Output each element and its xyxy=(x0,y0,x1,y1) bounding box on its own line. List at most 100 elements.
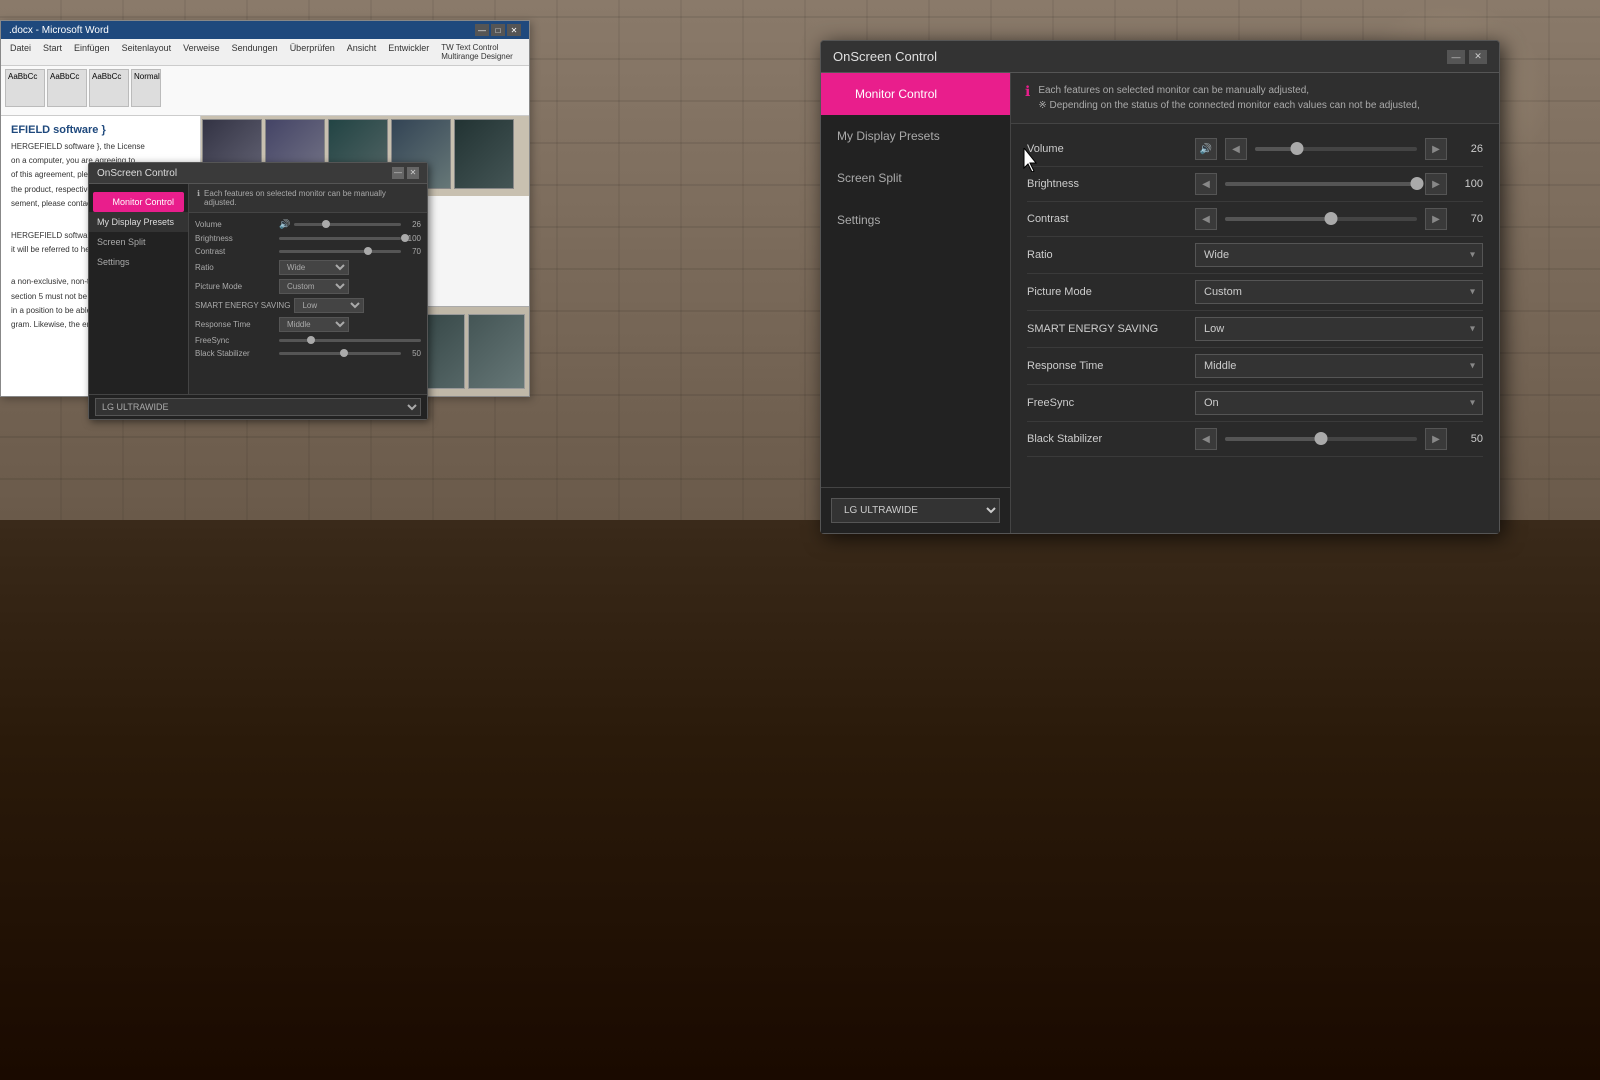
blackstab-inc-button[interactable]: ▶ xyxy=(1425,428,1447,450)
word-minimize-button[interactable]: — xyxy=(475,24,489,36)
osc-main-nav-presets[interactable]: My Display Presets xyxy=(821,115,1010,157)
osc-small-response-select[interactable]: Middle xyxy=(279,317,349,332)
blackstab-slider[interactable] xyxy=(1225,437,1417,441)
ratio-label: Ratio xyxy=(1027,249,1187,261)
osc-small-body: Monitor Control My Display Presets Scree… xyxy=(89,184,427,394)
osc-control-freesync-row: FreeSync On Off xyxy=(1027,385,1483,422)
osc-small-contrast-val: 70 xyxy=(405,247,421,256)
word-menu-tw[interactable]: TW Text Control Multirange Designer xyxy=(436,41,525,63)
osc-main-left-panel: Monitor Control My Display Presets Scree… xyxy=(821,73,1011,533)
osc-main-nav-split[interactable]: Screen Split xyxy=(821,157,1010,199)
volume-dec-button[interactable]: ◀ xyxy=(1225,138,1247,160)
contrast-value: 70 xyxy=(1455,213,1483,225)
contrast-inc-button[interactable]: ▶ xyxy=(1425,208,1447,230)
blackstab-dec-button[interactable]: ◀ xyxy=(1195,428,1217,450)
volume-value: 26 xyxy=(1455,143,1483,155)
info-icon: ℹ xyxy=(1025,83,1030,113)
osc-main-controls: Volume 🔊 ◀ ▶ 26 Brightness ◀ xyxy=(1011,124,1499,533)
osc-main-nav-settings[interactable]: Settings xyxy=(821,199,1010,241)
osc-small-contrast-label: Contrast xyxy=(195,247,275,256)
osc-main-monitor-select[interactable]: LG ULTRAWIDE xyxy=(831,498,1000,523)
blackstab-label: Black Stabilizer xyxy=(1027,433,1187,445)
brightness-label: Brightness xyxy=(1027,178,1187,190)
brightness-inc-button[interactable]: ▶ xyxy=(1425,173,1447,195)
word-titlebar: .docx - Microsoft Word — □ ✕ xyxy=(1,21,529,39)
osc-control-ratio-row: Ratio Wide Original 4:3 Cinema 1:1 xyxy=(1027,237,1483,274)
osc-small-picmode-select[interactable]: Custom xyxy=(279,279,349,294)
word-heading: EFIELD software } xyxy=(11,124,190,136)
word-maximize-button[interactable]: □ xyxy=(491,24,505,36)
osc-control-blackstab-row: Black Stabilizer ◀ ▶ 50 xyxy=(1027,422,1483,457)
osc-small-blackstab-label: Black Stabilizer xyxy=(195,349,275,358)
osc-small-window: OnScreen Control — ✕ Monitor Control My … xyxy=(88,162,428,420)
osc-control-energy-row: SMART ENERGY SAVING Low High Off xyxy=(1027,311,1483,348)
osc-small-minimize[interactable]: — xyxy=(392,167,404,179)
osc-main-minimize-button[interactable]: — xyxy=(1447,50,1465,64)
osc-small-win-controls: — ✕ xyxy=(392,167,419,179)
osc-main-info-bar: ℹ Each features on selected monitor can … xyxy=(1011,73,1499,124)
osc-small-nav-presets[interactable]: My Display Presets xyxy=(89,212,188,232)
word-menu-sendungen[interactable]: Sendungen xyxy=(227,41,283,63)
word-title: .docx - Microsoft Word xyxy=(9,25,109,36)
contrast-dec-button[interactable]: ◀ xyxy=(1195,208,1217,230)
monitor-control-indicator xyxy=(837,89,847,99)
osc-small-response-label: Response Time xyxy=(195,320,275,329)
osc-small-title: OnScreen Control xyxy=(97,168,177,179)
freesync-select-wrap: On Off xyxy=(1195,391,1483,415)
word-menu-seitenlayout[interactable]: Seitenlayout xyxy=(117,41,177,63)
osc-main-nav-monitor[interactable]: Monitor Control xyxy=(821,73,1010,115)
picmode-label: Picture Mode xyxy=(1027,286,1187,298)
word-close-button[interactable]: ✕ xyxy=(507,24,521,36)
response-select[interactable]: Middle Fast Faster xyxy=(1195,354,1483,378)
osc-small-energy-select[interactable]: Low xyxy=(294,298,364,313)
brightness-dec-button[interactable]: ◀ xyxy=(1195,173,1217,195)
picmode-select[interactable]: Custom Vivid HDR Cinema sRGB xyxy=(1195,280,1483,304)
brightness-slider[interactable] xyxy=(1225,182,1417,186)
word-menu-entwickler[interactable]: Entwickler xyxy=(383,41,434,63)
osc-small-ratio-select[interactable]: Wide xyxy=(279,260,349,275)
word-win-buttons: — □ ✕ xyxy=(475,24,521,36)
osc-info-text: Each features on selected monitor can be… xyxy=(1038,83,1419,113)
osc-small-close[interactable]: ✕ xyxy=(407,167,419,179)
osc-main-title: OnScreen Control xyxy=(833,49,937,64)
osc-small-footer: LG ULTRAWIDE xyxy=(89,394,427,419)
osc-main-titlebar: OnScreen Control — ✕ xyxy=(821,41,1499,73)
osc-small-volume-label: Volume xyxy=(195,220,275,229)
word-photo-5 xyxy=(454,119,514,189)
word-menu-einfuegen[interactable]: Einfügen xyxy=(69,41,115,63)
word-menu-ueberpruefung[interactable]: Überprüfen xyxy=(285,41,340,63)
word-menu-start[interactable]: Start xyxy=(38,41,67,63)
osc-small-info: ℹ Each features on selected monitor can … xyxy=(189,184,427,213)
osc-small-monitor-select[interactable]: LG ULTRAWIDE xyxy=(95,398,421,416)
osc-small-nav-settings[interactable]: Settings xyxy=(89,252,188,272)
volume-slider[interactable] xyxy=(1255,147,1417,151)
osc-main-win-controls: — ✕ xyxy=(1447,50,1487,64)
osc-small-blackstab-val: 50 xyxy=(405,349,421,358)
freesync-select[interactable]: On Off xyxy=(1195,391,1483,415)
osc-small-sidebar: Monitor Control My Display Presets Scree… xyxy=(89,184,189,394)
osc-small-nav-monitor[interactable]: Monitor Control xyxy=(93,192,184,212)
word-text-line-1: HERGEFIELD software }, the License xyxy=(11,141,190,152)
osc-small-brightness-label: Brightness xyxy=(195,234,275,243)
contrast-slider[interactable] xyxy=(1225,217,1417,221)
osc-main-right-panel: ℹ Each features on selected monitor can … xyxy=(1011,73,1499,533)
osc-control-volume-row: Volume 🔊 ◀ ▶ 26 xyxy=(1027,132,1483,167)
osc-small-volume-val: 26 xyxy=(405,220,421,229)
word-menu-ansicht[interactable]: Ansicht xyxy=(342,41,382,63)
osc-main-body: Monitor Control My Display Presets Scree… xyxy=(821,73,1499,533)
energy-label: SMART ENERGY SAVING xyxy=(1027,323,1187,335)
energy-select[interactable]: Low High Off xyxy=(1195,317,1483,341)
osc-control-brightness-row: Brightness ◀ ▶ 100 xyxy=(1027,167,1483,202)
osc-main-close-button[interactable]: ✕ xyxy=(1469,50,1487,64)
word-menu-datei[interactable]: Datei xyxy=(5,41,36,63)
word-menu-verweise[interactable]: Verweise xyxy=(178,41,225,63)
picmode-select-wrap: Custom Vivid HDR Cinema sRGB xyxy=(1195,280,1483,304)
ratio-select[interactable]: Wide Original 4:3 Cinema 1:1 xyxy=(1195,243,1483,267)
volume-icon: 🔊 xyxy=(1195,138,1217,160)
osc-main-footer: LG ULTRAWIDE xyxy=(821,487,1010,533)
osc-small-titlebar: OnScreen Control — ✕ xyxy=(89,163,427,184)
osc-control-response-row: Response Time Middle Fast Faster xyxy=(1027,348,1483,385)
volume-inc-button[interactable]: ▶ xyxy=(1425,138,1447,160)
osc-small-nav-split[interactable]: Screen Split xyxy=(89,232,188,252)
word-menubar: Datei Start Einfügen Seitenlayout Verwei… xyxy=(1,39,529,66)
